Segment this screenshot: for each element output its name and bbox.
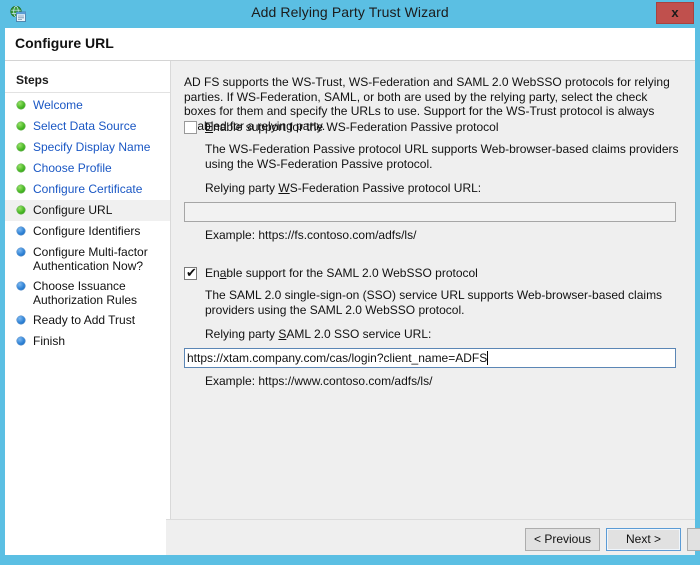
step-done-icon xyxy=(17,122,25,130)
step-pending-icon xyxy=(17,248,25,256)
saml-checkbox[interactable]: ✔ xyxy=(184,265,197,280)
steps-sidebar: Steps Welcome Select Data Source Specify D… xyxy=(5,61,171,555)
sidebar-item-label: Welcome xyxy=(33,98,83,112)
wizard-body: Steps Welcome Select Data Source Specify D… xyxy=(5,61,695,555)
sidebar-item-label: Specify Display Name xyxy=(33,140,151,154)
wsfed-url-label: Relying party WS-Federation Passive prot… xyxy=(205,181,482,195)
sidebar-item-configure-url[interactable]: Configure URL xyxy=(5,200,170,221)
sidebar-item-label: Choose Issuance Authorization Rules xyxy=(33,279,138,307)
wsfed-url-input[interactable] xyxy=(184,202,676,222)
steps-heading: Steps xyxy=(16,73,49,87)
sidebar-item-label: Choose Profile xyxy=(33,161,112,175)
sidebar-item-label: Configure URL xyxy=(33,203,113,217)
previous-button[interactable]: < Previous xyxy=(525,528,600,551)
content-pane: AD FS supports the WS-Trust, WS-Federati… xyxy=(171,61,695,555)
cancel-button[interactable]: Cancel xyxy=(687,528,700,551)
step-done-icon xyxy=(17,164,25,172)
sidebar-item-label: Ready to Add Trust xyxy=(33,313,136,327)
close-icon[interactable]: x xyxy=(656,2,694,24)
footer-bar: < Previous Next > Cancel xyxy=(166,520,700,555)
next-button[interactable]: Next > xyxy=(606,528,681,551)
steps-divider xyxy=(5,92,170,93)
sidebar-item-choose-profile[interactable]: Choose Profile xyxy=(5,158,170,179)
saml-example: Example: https://www.contoso.com/adfs/ls… xyxy=(205,374,433,388)
sidebar-item-configure-multi-factor-authentication-now[interactable]: Configure Multi-factor Authentication No… xyxy=(5,242,170,276)
saml-url-label: Relying party SAML 2.0 SSO service URL: xyxy=(205,327,432,341)
sidebar-item-label: Finish xyxy=(33,334,66,348)
wizard-header: Configure URL xyxy=(5,28,695,61)
text-cursor xyxy=(487,351,489,365)
step-pending-icon xyxy=(17,227,25,235)
sidebar-item-ready-to-add-trust[interactable]: Ready to Add Trust xyxy=(5,310,170,331)
sidebar-item-label: Configure Multi-factor Authentication No… xyxy=(33,245,148,273)
sidebar-item-label: Configure Certificate xyxy=(33,182,143,196)
sidebar-item-choose-issuance-authorization-rules[interactable]: Choose Issuance Authorization Rules xyxy=(5,276,170,310)
step-done-icon xyxy=(17,185,25,193)
wsfed-checkbox-label[interactable]: Enable support for the WS-Federation Pas… xyxy=(205,120,499,134)
saml-description: The SAML 2.0 single-sign-on (SSO) servic… xyxy=(205,288,663,317)
window-title: Add Relying Party Trust Wizard xyxy=(251,4,449,20)
check-icon: ✔ xyxy=(186,265,197,280)
saml-url-input[interactable] xyxy=(184,348,676,368)
step-pending-icon xyxy=(17,337,25,345)
sidebar-item-configure-certificate[interactable]: Configure Certificate xyxy=(5,179,170,200)
wizard-window: Add Relying Party Trust Wizard x Configu… xyxy=(0,0,700,565)
page-title: Configure URL xyxy=(15,35,114,51)
sidebar-item-specify-display-name[interactable]: Specify Display Name xyxy=(5,137,170,158)
sidebar-item-label: Select Data Source xyxy=(33,119,137,133)
step-pending-icon xyxy=(17,316,25,324)
step-done-icon xyxy=(17,143,25,151)
sidebar-item-select-data-source[interactable]: Select Data Source xyxy=(5,116,170,137)
saml-checkbox-label[interactable]: Enable support for the SAML 2.0 WebSSO p… xyxy=(205,266,478,280)
sidebar-item-configure-identifiers[interactable]: Configure Identifiers xyxy=(5,221,170,242)
title-bar: Add Relying Party Trust Wizard x xyxy=(0,0,700,28)
wsfed-description: The WS-Federation Passive protocol URL s… xyxy=(205,142,679,171)
step-done-icon xyxy=(17,206,25,214)
wsfed-checkbox[interactable] xyxy=(184,121,197,134)
steps-list: Welcome Select Data Source Specify Display… xyxy=(5,95,170,352)
sidebar-item-welcome[interactable]: Welcome xyxy=(5,95,170,116)
step-pending-icon xyxy=(17,282,25,290)
sidebar-item-finish[interactable]: Finish xyxy=(5,331,170,352)
step-done-icon xyxy=(17,101,25,109)
sidebar-item-label: Configure Identifiers xyxy=(33,224,141,238)
wsfed-example: Example: https://fs.contoso.com/adfs/ls/ xyxy=(205,228,417,242)
